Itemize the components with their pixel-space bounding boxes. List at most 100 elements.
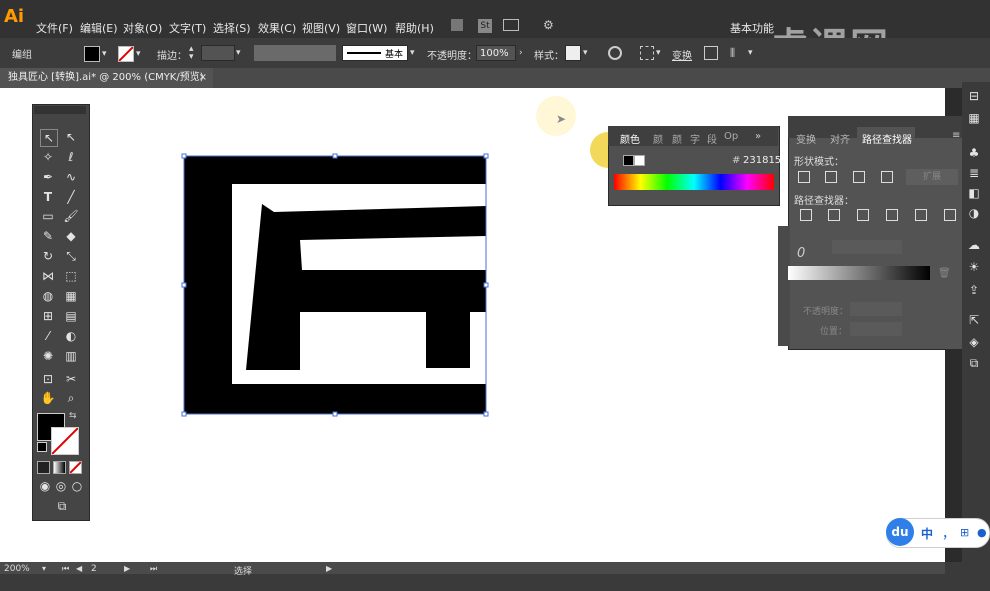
rotate-tool-icon[interactable]: ↻ [40,248,56,264]
direct-selection-tool-icon[interactable]: ↖ [63,129,79,145]
selection-tool-icon[interactable]: ↖ [40,129,58,147]
crop-icon[interactable] [886,209,898,221]
tab-character[interactable]: 字 [690,131,700,146]
chevron-down-icon[interactable]: ▾ [136,47,146,61]
menu-window[interactable]: 窗口(W) [346,20,387,36]
eyedropper-tool-icon[interactable]: ⁄ [40,328,56,344]
paintbrush-tool-icon[interactable]: 🖌 [63,208,79,224]
properties-panel-icon[interactable]: ⊟ [966,88,982,104]
ime-logo[interactable]: du [886,518,914,546]
align-menu-icon[interactable]: ⫴ [730,46,744,60]
align-to-icon[interactable] [640,46,654,60]
chevron-right-icon[interactable]: › [519,46,529,60]
trash-icon[interactable]: 🗑 [938,268,951,279]
lasso-tool-icon[interactable]: ℓ [63,149,79,165]
close-icon[interactable]: × [199,68,207,88]
prev-artboard-icon[interactable]: ◀ [76,564,82,573]
ime-punctuation-mode[interactable]: ， [942,523,955,542]
stroke-stepper[interactable]: ▴ ▾ [189,45,199,62]
black-swatch[interactable] [623,155,634,166]
tab-transform[interactable]: 变换 [796,131,816,146]
brush-definition[interactable]: 基本 [342,45,408,61]
column-graph-tool-icon[interactable]: ▥ [63,348,79,364]
document-tab[interactable]: 独具匠心 [转换].ai* @ 200% (CMYK/预览) × [0,68,213,88]
tab-opentype[interactable]: Op [724,131,738,142]
none-mode-icon[interactable] [69,461,82,474]
stroke-weight-input[interactable] [201,45,235,61]
gradient-type-select[interactable] [832,240,902,254]
artwork-logo-shape[interactable] [180,152,492,420]
isolate-group-icon[interactable] [704,46,718,60]
gradient-mode-icon[interactable] [53,461,66,474]
eraser-tool-icon[interactable]: ◆ [63,228,79,244]
outline-icon[interactable] [915,209,927,221]
magic-wand-tool-icon[interactable]: ✧ [40,149,56,165]
gradient-position-input[interactable] [850,322,902,336]
artboard-number-input[interactable]: 2 [91,564,97,574]
chevron-down-icon[interactable]: ▾ [102,47,112,61]
stock-icon[interactable]: St [478,19,492,33]
opacity-input[interactable]: 100% [476,45,516,61]
creative-cloud-icon[interactable]: ☁ [966,237,982,253]
status-mode-label[interactable]: 选择 [234,564,252,577]
tab-color-guide[interactable]: 颜 [653,131,663,146]
menu-type[interactable]: 文字(T) [169,20,206,36]
chevron-down-icon[interactable]: ▾ [583,46,593,60]
menu-edit[interactable]: 编辑(E) [80,20,118,36]
chevron-down-icon[interactable]: ▾ [236,46,246,60]
first-artboard-icon[interactable]: ⏮ [62,564,69,574]
menu-object[interactable]: 对象(O) [123,20,162,36]
trim-icon[interactable] [828,209,840,221]
free-transform-tool-icon[interactable]: ⬚ [63,268,79,284]
minus-back-icon[interactable] [944,209,956,221]
exclude-icon[interactable] [881,171,893,183]
tab-swatches[interactable]: 颜 [672,131,682,146]
panel-menu-icon[interactable]: ≡ [952,130,960,141]
artboards-panel-icon[interactable]: ⧉ [966,355,982,371]
artboard-tool-icon[interactable]: ⊡ [40,371,56,387]
tools-panel-header[interactable] [34,106,86,114]
mesh-tool-icon[interactable]: ⊞ [40,308,56,324]
menu-select[interactable]: 选择(S) [213,20,251,36]
screen-mode-icon[interactable]: ⧉ [52,498,72,514]
chevron-down-icon[interactable]: ▾ [42,564,46,573]
menu-file[interactable]: 文件(F) [36,20,73,36]
tab-pathfinder[interactable]: 路径查找器 [862,131,912,146]
unite-icon[interactable] [798,171,810,183]
menu-help[interactable]: 帮助(H) [395,20,434,36]
symbols-panel-icon[interactable]: ♣ [966,145,982,161]
draw-inside-icon[interactable]: ○ [69,478,85,494]
gradient-opacity-input[interactable] [850,302,902,316]
variable-width-profile[interactable] [254,45,336,61]
graphic-styles-panel-icon[interactable]: ◑ [966,205,982,221]
libraries-panel-icon[interactable]: ▦ [966,110,982,126]
chevron-down-icon[interactable]: ▾ [656,46,666,60]
curvature-tool-icon[interactable]: ∿ [63,169,79,185]
brushes-panel-icon[interactable]: ≣ [966,165,982,181]
export-panel-icon[interactable]: ⇪ [966,282,982,298]
toolbox-icon[interactable]: ⊞ [960,526,969,539]
stroke-color-swatch[interactable] [51,427,79,455]
tab-paragraph[interactable]: 段 [707,131,717,146]
symbol-sprayer-tool-icon[interactable]: ✺ [40,348,56,364]
merge-icon[interactable] [857,209,869,221]
slice-tool-icon[interactable]: ✂ [63,371,79,387]
minus-front-icon[interactable] [825,171,837,183]
type-tool-icon[interactable]: T [40,189,56,205]
swap-colors-icon[interactable]: ⇆ [69,411,77,421]
expand-button[interactable]: 扩展 [906,169,958,185]
layers-panel-icon[interactable]: ◈ [966,334,982,350]
external-link-icon[interactable]: ⇱ [966,312,982,328]
shaper-tool-icon[interactable]: ✎ [40,228,56,244]
pen-tool-icon[interactable]: ✒ [40,169,56,185]
zoom-level-select[interactable]: 200% [4,564,30,574]
stroke-swatch[interactable] [118,46,134,62]
shape-builder-tool-icon[interactable]: ◍ [40,288,56,304]
graphic-style-swatch[interactable] [565,45,581,61]
color-spectrum[interactable] [614,174,774,190]
zoom-tool-icon[interactable]: ⌕ [63,390,79,406]
chevrons-right-icon[interactable]: » [755,131,761,142]
ime-language-mode[interactable]: 中 [921,525,933,542]
chevron-down-icon[interactable]: ▾ [410,46,420,60]
chevron-right-icon[interactable]: ▶ [326,564,332,573]
